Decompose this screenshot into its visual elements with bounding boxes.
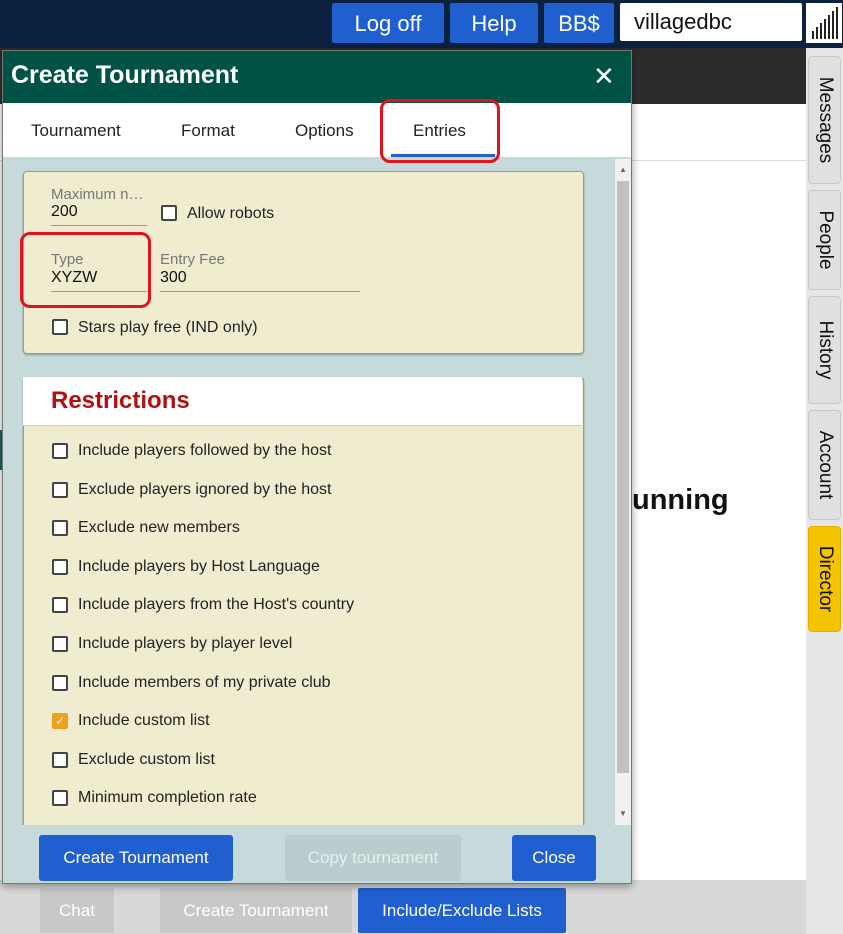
tab-options[interactable]: Options xyxy=(295,121,354,141)
max-players-label: Maximum n… xyxy=(51,186,144,203)
tab-director[interactable]: Director xyxy=(808,526,841,632)
close-icon[interactable]: ✕ xyxy=(593,61,615,92)
bottom-create-tournament-button[interactable]: Create Tournament xyxy=(160,888,352,933)
tab-director-label: Director xyxy=(814,545,836,613)
restriction-label: Include players followed by the host xyxy=(78,442,332,459)
restriction-checkbox[interactable]: ✓ xyxy=(52,713,68,730)
tab-tournament[interactable]: Tournament xyxy=(31,121,121,141)
restriction-label: Include members of my private club xyxy=(78,673,331,691)
tab-format[interactable]: Format xyxy=(181,121,235,141)
tab-messages-label: Messages xyxy=(814,76,836,164)
stars-play-free-label: Stars play free (IND only) xyxy=(78,319,258,336)
close-button[interactable]: Close xyxy=(512,835,596,881)
restriction-label: Include custom list xyxy=(78,712,210,730)
dialog-header: Create Tournament ✕ xyxy=(3,51,631,103)
background-heading: unning xyxy=(632,484,729,516)
max-players-underline xyxy=(51,225,147,226)
restriction-label: Exclude players ignored by the host xyxy=(78,480,332,498)
signal-strength-icon xyxy=(806,3,842,43)
restriction-checkbox[interactable] xyxy=(52,558,68,575)
restriction-label: Include players from the Host's country xyxy=(78,596,355,614)
scrollbar-thumb[interactable] xyxy=(617,181,629,773)
bb-dollars-button[interactable]: BB$ xyxy=(544,3,614,43)
create-tournament-dialog: Create Tournament ✕ Tournament Format Op… xyxy=(2,50,632,884)
entries-tab-highlight xyxy=(380,99,500,163)
restriction-label: Include players by Host Language xyxy=(78,557,320,575)
help-button[interactable]: Help xyxy=(450,3,538,43)
restrictions-header: Restrictions xyxy=(23,377,582,426)
restriction-label: Include players by player level xyxy=(78,635,293,652)
tab-account-label: Account xyxy=(814,430,836,500)
tab-history-label: History xyxy=(814,320,836,380)
restrictions-title: Restrictions xyxy=(51,387,190,414)
scroll-down-icon[interactable]: ▼ xyxy=(615,809,631,818)
max-players-input[interactable]: 200 xyxy=(51,203,78,221)
chat-button[interactable]: Chat xyxy=(40,888,114,933)
include-exclude-lists-button[interactable]: Include/Exclude Lists xyxy=(358,888,566,933)
create-tournament-button[interactable]: Create Tournament xyxy=(39,835,233,881)
tab-messages[interactable]: Messages xyxy=(808,56,841,184)
dialog-title: Create Tournament xyxy=(11,61,239,89)
restriction-checkbox[interactable] xyxy=(52,520,68,537)
tab-history[interactable]: History xyxy=(808,296,841,404)
username-display[interactable]: villagedbc xyxy=(620,3,802,41)
restriction-label: Minimum completion rate xyxy=(78,789,257,807)
restriction-checkbox[interactable] xyxy=(52,751,68,768)
restriction-checkbox[interactable] xyxy=(52,790,68,807)
stars-play-free-checkbox[interactable] xyxy=(52,319,68,335)
entry-fee-underline xyxy=(160,291,360,292)
entry-fee-label: Entry Fee xyxy=(160,251,226,268)
restriction-checkbox[interactable] xyxy=(52,636,68,652)
restriction-checkbox[interactable] xyxy=(52,443,68,459)
restriction-checkbox[interactable] xyxy=(52,597,68,614)
tab-account[interactable]: Account xyxy=(808,410,841,520)
restriction-label: Exclude custom list xyxy=(78,750,215,768)
dialog-tabs: Tournament Format Options Entries xyxy=(3,103,631,157)
restriction-label: Exclude new members xyxy=(78,519,240,537)
scroll-up-icon[interactable]: ▲ xyxy=(615,165,631,174)
restriction-checkbox[interactable] xyxy=(52,481,68,498)
tab-people[interactable]: People xyxy=(808,190,841,290)
allow-robots-checkbox[interactable] xyxy=(161,205,177,221)
restriction-checkbox[interactable] xyxy=(52,674,68,691)
allow-robots-label: Allow robots xyxy=(187,205,275,222)
tab-people-label: People xyxy=(814,210,836,270)
entry-fee-input[interactable]: 300 xyxy=(160,269,187,287)
log-off-button[interactable]: Log off xyxy=(332,3,444,43)
copy-tournament-button[interactable]: Copy tournament xyxy=(285,835,461,881)
type-field-highlight xyxy=(20,232,151,308)
